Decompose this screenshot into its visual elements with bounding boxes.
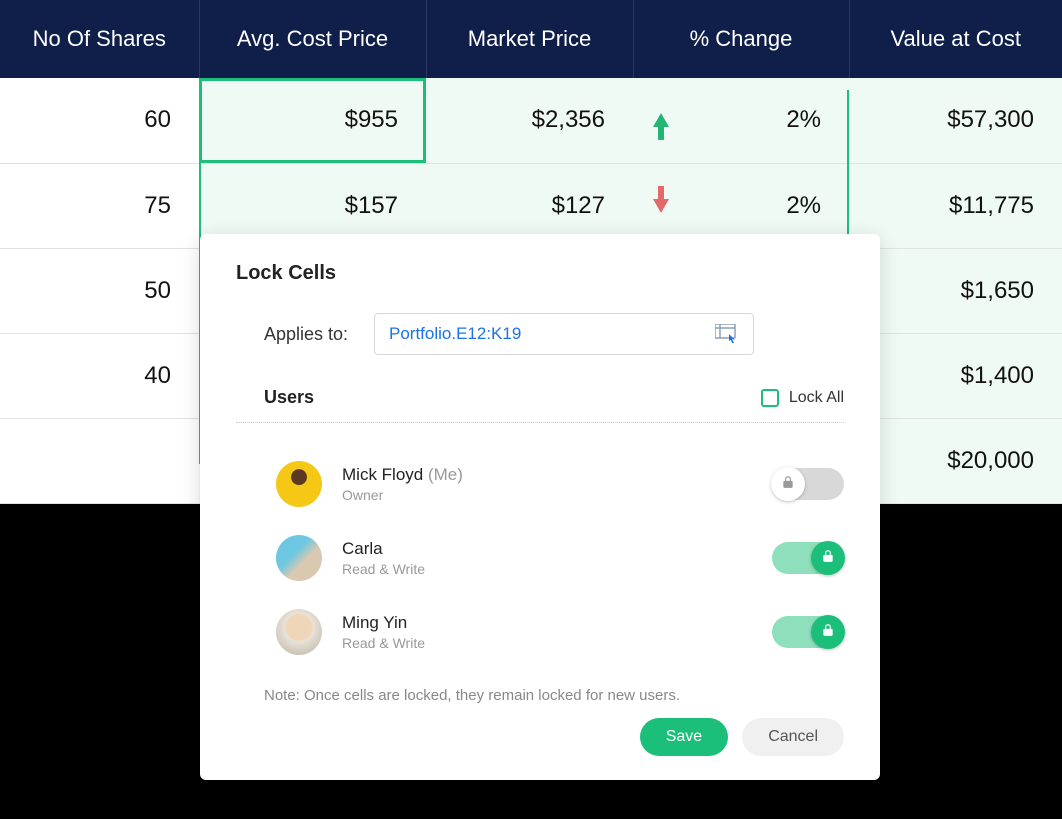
lock-toggle[interactable] [772,616,844,648]
arrow-up-icon [653,113,669,127]
col-header-pct-change[interactable]: % Change [633,0,849,78]
lock-cells-dialog: Lock Cells Applies to: Portfolio.E12:K19… [200,234,880,780]
user-info: Ming Yin Read & Write [342,613,772,651]
col-header-value-at-cost[interactable]: Value at Cost [849,0,1062,78]
cell-shares[interactable]: 40 [0,333,199,418]
user-row: Mick Floyd (Me) Owner [276,447,844,521]
checkbox-icon [761,389,779,407]
cell-value-at-cost[interactable]: $1,400 [849,333,1062,418]
applies-to-value: Portfolio.E12:K19 [389,324,521,344]
avatar [276,535,322,581]
cell-value-at-cost[interactable]: $1,650 [849,248,1062,333]
user-role: Read & Write [342,635,772,651]
cell-shares[interactable]: 50 [0,248,199,333]
user-row: Ming Yin Read & Write [276,595,844,669]
avatar [276,461,322,507]
col-header-avg-cost[interactable]: Avg. Cost Price [199,0,426,78]
lock-toggle[interactable] [772,468,844,500]
dialog-actions: Save Cancel [236,718,844,756]
dialog-title: Lock Cells [236,262,844,285]
toggle-knob [771,467,805,501]
lock-icon [821,549,835,567]
range-picker-icon[interactable] [715,324,739,344]
cell-shares[interactable]: 75 [0,163,199,248]
user-name: Mick Floyd (Me) [342,465,772,485]
cancel-button[interactable]: Cancel [742,718,844,756]
users-header: Users Lock All [236,387,844,423]
table-header-row: No Of Shares Avg. Cost Price Market Pric… [0,0,1062,78]
change-value: 2% [786,192,821,220]
col-header-market-price[interactable]: Market Price [426,0,633,78]
cell-value-at-cost[interactable]: $20,000 [849,418,1062,503]
table-row: 60 $955 $2,356 2% $57,300 [0,78,1062,163]
dialog-note: Note: Once cells are locked, they remain… [236,687,844,704]
user-name: Ming Yin [342,613,772,633]
applies-to-label: Applies to: [264,324,374,345]
cell-value-at-cost[interactable]: $11,775 [849,163,1062,248]
col-header-shares[interactable]: No Of Shares [0,0,199,78]
user-row: Carla Read & Write [276,521,844,595]
cell-change[interactable]: 2% [633,78,849,163]
applies-to-row: Applies to: Portfolio.E12:K19 [236,313,844,355]
save-button[interactable]: Save [640,718,728,756]
toggle-knob [811,541,845,575]
avatar [276,609,322,655]
arrow-down-icon [653,199,669,213]
cell-shares[interactable]: 60 [0,78,199,163]
toggle-knob [811,615,845,649]
user-name: Carla [342,539,772,559]
users-label: Users [264,387,314,408]
lock-all-label: Lock All [789,389,844,407]
applies-to-input[interactable]: Portfolio.E12:K19 [374,313,754,355]
user-role: Owner [342,487,772,503]
cell-avg-cost[interactable]: $955 [199,78,426,163]
cell-market-price[interactable]: $2,356 [426,78,633,163]
change-value: 2% [786,106,821,134]
lock-toggle[interactable] [772,542,844,574]
lock-icon [781,475,795,493]
cell-shares[interactable] [0,418,199,503]
lock-all-checkbox[interactable]: Lock All [761,389,844,407]
user-list: Mick Floyd (Me) Owner Carla Read & Write [236,435,844,669]
user-info: Carla Read & Write [342,539,772,577]
cell-value-at-cost[interactable]: $57,300 [849,78,1062,163]
lock-icon [821,623,835,641]
user-info: Mick Floyd (Me) Owner [342,465,772,503]
user-role: Read & Write [342,561,772,577]
